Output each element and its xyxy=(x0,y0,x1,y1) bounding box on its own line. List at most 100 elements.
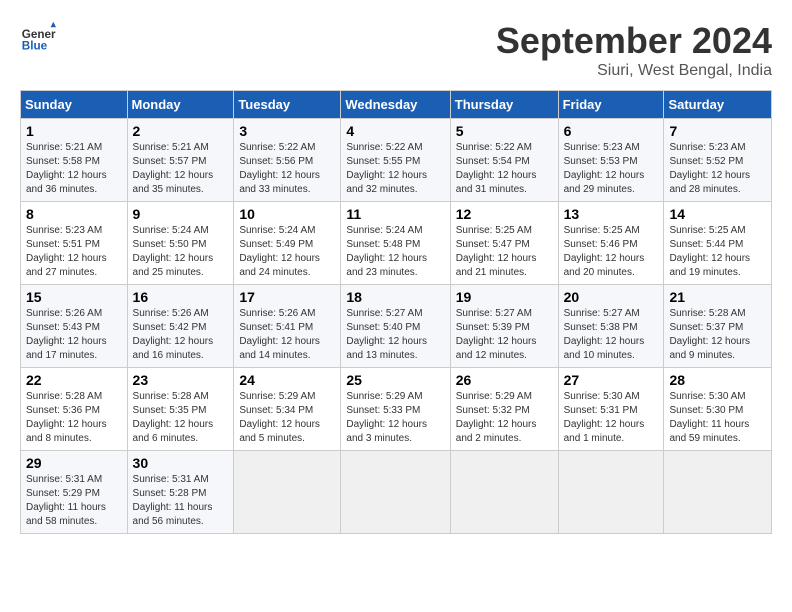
calendar-cell: 12 Sunrise: 5:25 AMSunset: 5:47 PMDayligh… xyxy=(450,202,558,285)
calendar-cell: 18 Sunrise: 5:27 AMSunset: 5:40 PMDayligh… xyxy=(341,285,450,368)
calendar-cell: 21 Sunrise: 5:28 AMSunset: 5:37 PMDayligh… xyxy=(664,285,772,368)
calendar-cell: 16 Sunrise: 5:26 AMSunset: 5:42 PMDayligh… xyxy=(127,285,234,368)
calendar-cell: 2 Sunrise: 5:21 AMSunset: 5:57 PMDaylight… xyxy=(127,119,234,202)
day-number: 25 xyxy=(346,372,444,388)
calendar-week-row: 8Sunrise: 5:23 AMSunset: 5:51 PMDaylight… xyxy=(21,202,772,285)
day-info: Sunrise: 5:25 AMSunset: 5:47 PMDaylight:… xyxy=(456,224,553,280)
day-info: Sunrise: 5:27 AMSunset: 5:39 PMDaylight:… xyxy=(456,307,553,363)
calendar-cell xyxy=(234,451,341,534)
day-info: Sunrise: 5:30 AMSunset: 5:30 PMDaylight:… xyxy=(669,390,766,446)
calendar-cell: 22 Sunrise: 5:28 AMSunset: 5:36 PMDayligh… xyxy=(21,368,128,451)
day-number: 2 xyxy=(133,123,229,139)
day-info: Sunrise: 5:30 AMSunset: 5:31 PMDaylight:… xyxy=(564,390,659,446)
weekday-header: Monday xyxy=(127,91,234,119)
day-number: 29 xyxy=(26,455,122,471)
day-number: 24 xyxy=(239,372,335,388)
calendar-cell: 19 Sunrise: 5:27 AMSunset: 5:39 PMDayligh… xyxy=(450,285,558,368)
weekday-header: Friday xyxy=(558,91,664,119)
calendar-cell: 24Sunrise: 5:29 AMSunset: 5:34 PMDayligh… xyxy=(234,368,341,451)
calendar-cell: 1 Sunrise: 5:21 AMSunset: 5:58 PMDaylight… xyxy=(21,119,128,202)
weekday-header: Wednesday xyxy=(341,91,450,119)
day-number: 10 xyxy=(239,206,335,222)
day-number: 1 xyxy=(26,123,122,139)
day-info: Sunrise: 5:21 AMSunset: 5:58 PMDaylight:… xyxy=(26,141,122,197)
day-info: Sunrise: 5:25 AMSunset: 5:46 PMDaylight:… xyxy=(564,224,659,280)
logo: General Blue xyxy=(20,20,56,56)
calendar-cell xyxy=(558,451,664,534)
day-info: Sunrise: 5:21 AMSunset: 5:57 PMDaylight:… xyxy=(133,141,229,197)
calendar-table: SundayMondayTuesdayWednesdayThursdayFrid… xyxy=(20,90,772,534)
day-info: Sunrise: 5:23 AMSunset: 5:52 PMDaylight:… xyxy=(669,141,766,197)
day-info: Sunrise: 5:31 AMSunset: 5:29 PMDaylight:… xyxy=(26,473,122,529)
day-info: Sunrise: 5:31 AMSunset: 5:28 PMDaylight:… xyxy=(133,473,229,529)
day-info: Sunrise: 5:24 AMSunset: 5:48 PMDaylight:… xyxy=(346,224,444,280)
day-info: Sunrise: 5:27 AMSunset: 5:38 PMDaylight:… xyxy=(564,307,659,363)
calendar-week-row: 15Sunrise: 5:26 AMSunset: 5:43 PMDayligh… xyxy=(21,285,772,368)
day-number: 8 xyxy=(26,206,122,222)
calendar-cell: 29 Sunrise: 5:31 AMSunset: 5:29 PMDayligh… xyxy=(21,451,128,534)
calendar-cell: 9 Sunrise: 5:24 AMSunset: 5:50 PMDaylight… xyxy=(127,202,234,285)
calendar-cell: 13 Sunrise: 5:25 AMSunset: 5:46 PMDayligh… xyxy=(558,202,664,285)
calendar-cell xyxy=(664,451,772,534)
calendar-cell: 3 Sunrise: 5:22 AMSunset: 5:56 PMDaylight… xyxy=(234,119,341,202)
day-info: Sunrise: 5:22 AMSunset: 5:54 PMDaylight:… xyxy=(456,141,553,197)
day-info: Sunrise: 5:28 AMSunset: 5:37 PMDaylight:… xyxy=(669,307,766,363)
day-number: 27 xyxy=(564,372,659,388)
calendar-cell: 20Sunrise: 5:27 AMSunset: 5:38 PMDayligh… xyxy=(558,285,664,368)
day-number: 28 xyxy=(669,372,766,388)
day-info: Sunrise: 5:22 AMSunset: 5:55 PMDaylight:… xyxy=(346,141,444,197)
day-info: Sunrise: 5:27 AMSunset: 5:40 PMDaylight:… xyxy=(346,307,444,363)
calendar-cell: 11Sunrise: 5:24 AMSunset: 5:48 PMDayligh… xyxy=(341,202,450,285)
day-info: Sunrise: 5:22 AMSunset: 5:56 PMDaylight:… xyxy=(239,141,335,197)
day-info: Sunrise: 5:25 AMSunset: 5:44 PMDaylight:… xyxy=(669,224,766,280)
calendar-cell: 15Sunrise: 5:26 AMSunset: 5:43 PMDayligh… xyxy=(21,285,128,368)
day-info: Sunrise: 5:24 AMSunset: 5:49 PMDaylight:… xyxy=(239,224,335,280)
month-title: September 2024 xyxy=(496,20,772,62)
day-number: 19 xyxy=(456,289,553,305)
day-number: 18 xyxy=(346,289,444,305)
calendar-cell: 5 Sunrise: 5:22 AMSunset: 5:54 PMDaylight… xyxy=(450,119,558,202)
day-number: 16 xyxy=(133,289,229,305)
page-header: General Blue September 2024 Siuri, West … xyxy=(20,20,772,80)
day-info: Sunrise: 5:26 AMSunset: 5:43 PMDaylight:… xyxy=(26,307,122,363)
calendar-cell: 27 Sunrise: 5:30 AMSunset: 5:31 PMDayligh… xyxy=(558,368,664,451)
calendar-header-row: SundayMondayTuesdayWednesdayThursdayFrid… xyxy=(21,91,772,119)
weekday-header: Tuesday xyxy=(234,91,341,119)
day-info: Sunrise: 5:26 AMSunset: 5:41 PMDaylight:… xyxy=(239,307,335,363)
location-subtitle: Siuri, West Bengal, India xyxy=(496,62,772,80)
weekday-header: Sunday xyxy=(21,91,128,119)
calendar-cell: 26Sunrise: 5:29 AMSunset: 5:32 PMDayligh… xyxy=(450,368,558,451)
day-number: 3 xyxy=(239,123,335,139)
day-number: 12 xyxy=(456,206,553,222)
calendar-cell: 10 Sunrise: 5:24 AMSunset: 5:49 PMDayligh… xyxy=(234,202,341,285)
calendar-week-row: 29 Sunrise: 5:31 AMSunset: 5:29 PMDayligh… xyxy=(21,451,772,534)
day-number: 17 xyxy=(239,289,335,305)
day-number: 13 xyxy=(564,206,659,222)
day-info: Sunrise: 5:24 AMSunset: 5:50 PMDaylight:… xyxy=(133,224,229,280)
calendar-cell: 6Sunrise: 5:23 AMSunset: 5:53 PMDaylight… xyxy=(558,119,664,202)
day-number: 30 xyxy=(133,455,229,471)
calendar-cell: 8Sunrise: 5:23 AMSunset: 5:51 PMDaylight… xyxy=(21,202,128,285)
calendar-week-row: 22 Sunrise: 5:28 AMSunset: 5:36 PMDayligh… xyxy=(21,368,772,451)
day-number: 9 xyxy=(133,206,229,222)
weekday-header: Thursday xyxy=(450,91,558,119)
day-number: 22 xyxy=(26,372,122,388)
calendar-cell: 4 Sunrise: 5:22 AMSunset: 5:55 PMDaylight… xyxy=(341,119,450,202)
day-info: Sunrise: 5:28 AMSunset: 5:36 PMDaylight:… xyxy=(26,390,122,446)
calendar-week-row: 1 Sunrise: 5:21 AMSunset: 5:58 PMDaylight… xyxy=(21,119,772,202)
day-number: 14 xyxy=(669,206,766,222)
day-number: 21 xyxy=(669,289,766,305)
calendar-cell: 28 Sunrise: 5:30 AMSunset: 5:30 PMDayligh… xyxy=(664,368,772,451)
day-number: 26 xyxy=(456,372,553,388)
day-info: Sunrise: 5:26 AMSunset: 5:42 PMDaylight:… xyxy=(133,307,229,363)
day-number: 7 xyxy=(669,123,766,139)
day-number: 23 xyxy=(133,372,229,388)
calendar-cell xyxy=(450,451,558,534)
calendar-cell: 25Sunrise: 5:29 AMSunset: 5:33 PMDayligh… xyxy=(341,368,450,451)
day-number: 4 xyxy=(346,123,444,139)
calendar-cell: 7 Sunrise: 5:23 AMSunset: 5:52 PMDaylight… xyxy=(664,119,772,202)
calendar-cell: 14 Sunrise: 5:25 AMSunset: 5:44 PMDayligh… xyxy=(664,202,772,285)
day-number: 5 xyxy=(456,123,553,139)
calendar-cell xyxy=(341,451,450,534)
calendar-cell: 23Sunrise: 5:28 AMSunset: 5:35 PMDayligh… xyxy=(127,368,234,451)
